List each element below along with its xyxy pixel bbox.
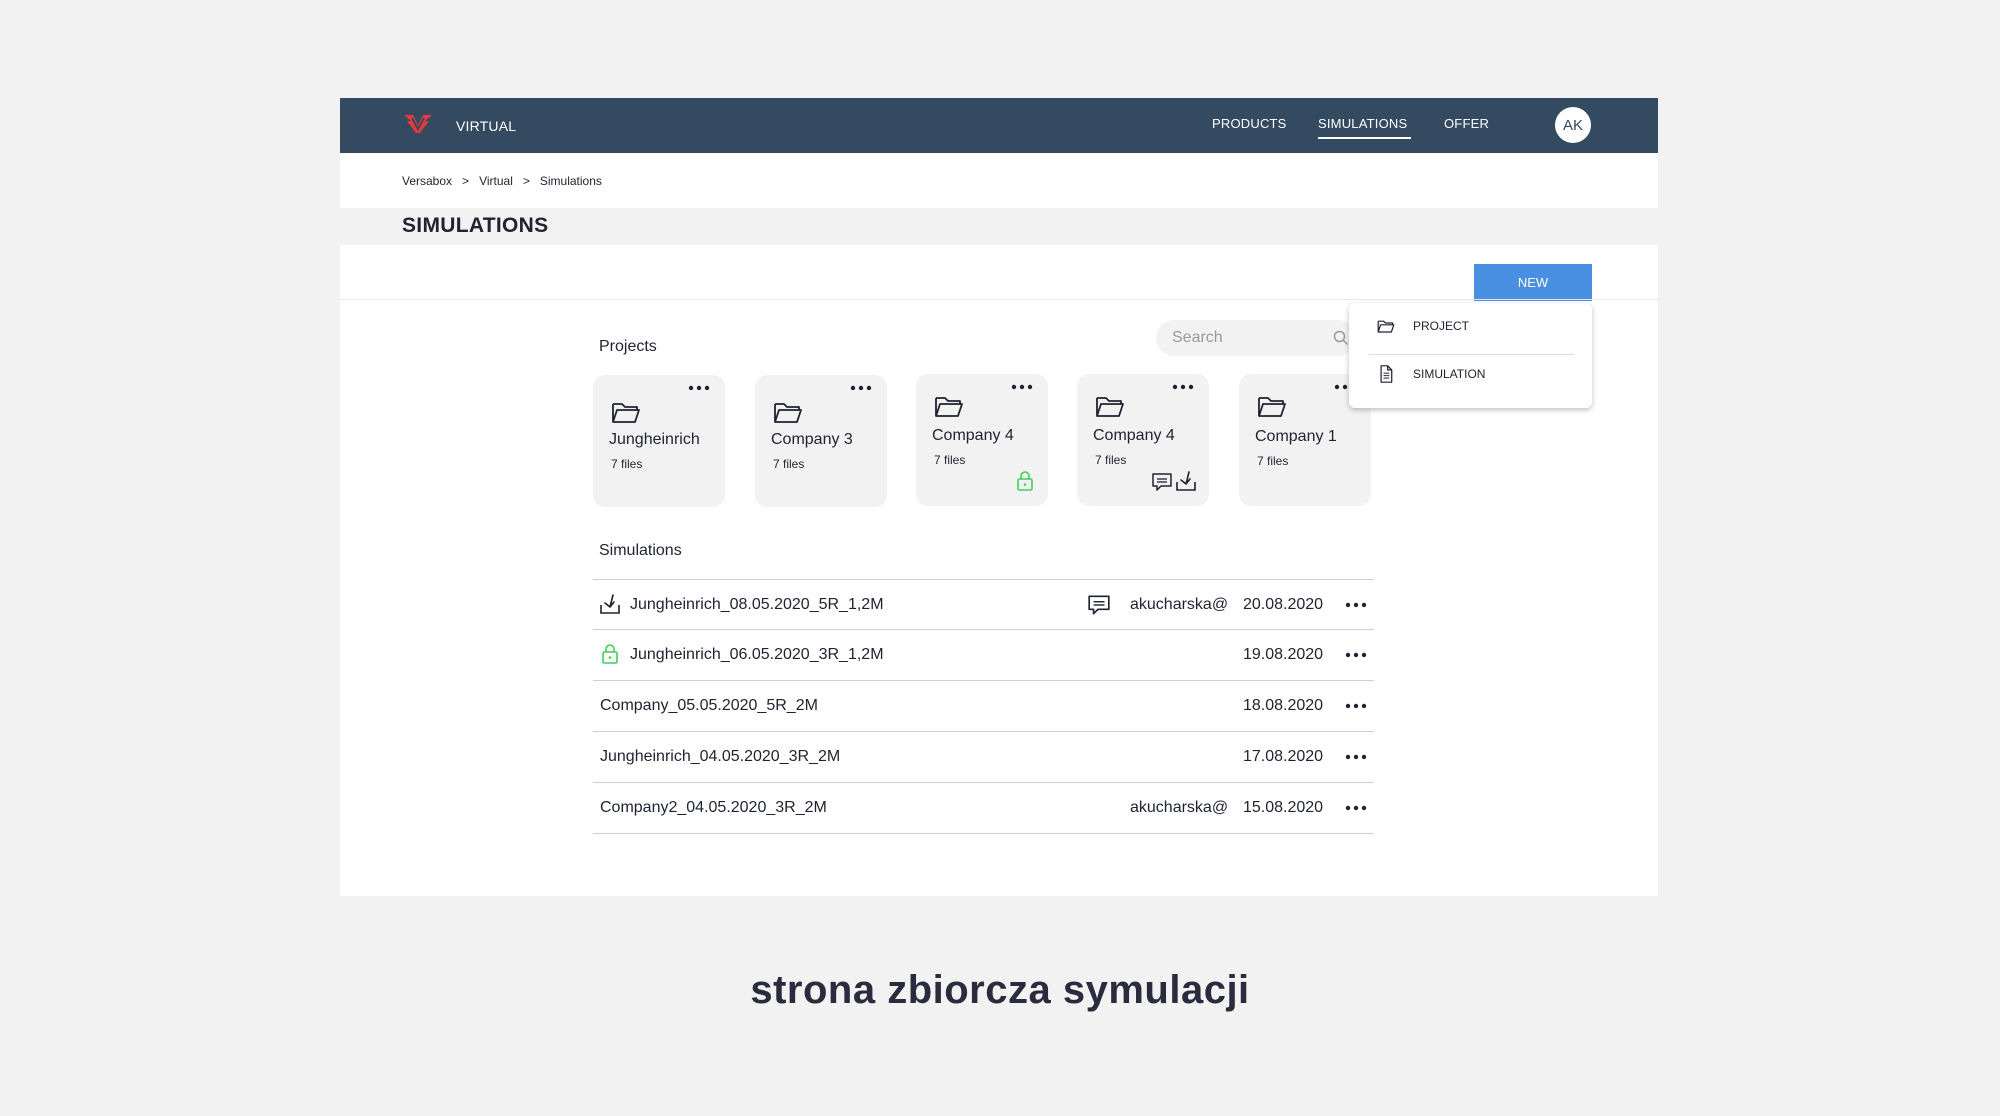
project-name: Company 3 (771, 431, 853, 448)
simulation-name[interactable]: Jungheinrich_04.05.2020_3R_2M (600, 748, 840, 766)
table-row[interactable]: Jungheinrich_04.05.2020_3R_2M 17.08.2020 (593, 732, 1374, 783)
simulation-name[interactable]: Company_05.05.2020_5R_2M (600, 697, 818, 715)
breadcrumb: Versabox > Virtual > Simulations (402, 174, 602, 188)
breadcrumb-separator: > (522, 174, 530, 188)
menu-item-label: PROJECT (1413, 319, 1470, 333)
simulation-name[interactable]: Jungheinrich_08.05.2020_5R_1,2M (630, 596, 884, 614)
projects-heading: Projects (599, 338, 657, 355)
folder-icon (774, 403, 802, 423)
table-row[interactable]: Jungheinrich_06.05.2020_3R_1,2M 19.08.20… (593, 630, 1374, 681)
simulation-name[interactable]: Jungheinrich_06.05.2020_3R_1,2M (630, 646, 884, 664)
comment-icon[interactable] (1087, 594, 1111, 616)
page-title: SIMULATIONS (402, 214, 549, 237)
download-icon (1176, 471, 1196, 491)
simulation-date: 18.08.2020 (1243, 697, 1324, 714)
search-input[interactable] (1156, 320, 1356, 356)
more-options-icon[interactable] (1344, 803, 1368, 813)
project-file-count: 7 files (773, 457, 805, 471)
app-name: VIRTUAL (456, 118, 517, 134)
more-options-icon[interactable] (849, 383, 873, 393)
breadcrumb-versabox[interactable]: Versabox (402, 174, 452, 188)
folder-icon (612, 403, 640, 423)
simulation-date: 17.08.2020 (1243, 748, 1324, 765)
more-options-icon[interactable] (1344, 650, 1368, 660)
folder-icon (1096, 397, 1124, 417)
new-dropdown-menu: PROJECT SIMULATION (1349, 303, 1592, 408)
project-name: Company 1 (1255, 428, 1337, 445)
project-name: Company 4 (932, 427, 1014, 444)
nav-offer[interactable]: OFFER (1444, 116, 1489, 131)
project-file-count: 7 files (1095, 453, 1127, 467)
folder-icon (1377, 320, 1395, 333)
project-card[interactable]: Company 3 7 files (755, 375, 887, 507)
simulations-heading: Simulations (599, 542, 682, 559)
simulations-table: Jungheinrich_08.05.2020_5R_1,2M akuchars… (593, 579, 1374, 834)
table-row[interactable]: Jungheinrich_08.05.2020_5R_1,2M akuchars… (593, 579, 1374, 630)
breadcrumb-virtual[interactable]: Virtual (479, 174, 513, 188)
simulation-date: 20.08.2020 (1243, 596, 1324, 613)
breadcrumb-separator: > (462, 174, 470, 188)
app-frame: VIRTUAL PRODUCTS SIMULATIONS OFFER AK Ve… (340, 98, 1658, 896)
simulation-name[interactable]: Company2_04.05.2020_3R_2M (600, 799, 827, 817)
more-options-icon[interactable] (1344, 752, 1368, 762)
more-options-icon[interactable] (1344, 701, 1368, 711)
table-row[interactable]: Company_05.05.2020_5R_2M 18.08.2020 (593, 681, 1374, 732)
project-file-count: 7 files (1257, 454, 1289, 468)
nav-simulations[interactable]: SIMULATIONS (1318, 116, 1412, 139)
project-name: Company 4 (1093, 427, 1175, 444)
project-file-count: 7 files (611, 457, 643, 471)
folder-icon (935, 397, 963, 417)
menu-item-simulation[interactable]: SIMULATION (1377, 364, 1485, 384)
more-options-icon[interactable] (1010, 382, 1034, 392)
document-icon (1380, 365, 1393, 383)
top-navbar: VIRTUAL PRODUCTS SIMULATIONS OFFER AK (340, 98, 1658, 153)
menu-divider (1369, 354, 1574, 355)
toolbar-divider (340, 299, 1658, 300)
simulation-user: akucharska@ (1130, 799, 1229, 816)
lock-icon (1017, 471, 1033, 491)
download-icon[interactable] (599, 593, 621, 615)
menu-item-project[interactable]: PROJECT (1377, 316, 1469, 336)
folder-icon (1258, 397, 1286, 417)
simulation-user: akucharska@ (1130, 596, 1229, 613)
search-icon[interactable] (1333, 330, 1349, 346)
project-file-count: 7 files (934, 453, 966, 467)
breadcrumb-simulations: Simulations (539, 174, 602, 188)
project-card[interactable]: Company 4 7 files (916, 374, 1048, 506)
nav-products[interactable]: PRODUCTS (1212, 116, 1287, 131)
versabox-logo-icon[interactable] (403, 113, 433, 135)
comment-icon (1152, 473, 1172, 491)
menu-item-label: SIMULATION (1413, 367, 1486, 381)
project-name: Jungheinrich (609, 431, 700, 448)
more-options-icon[interactable] (1171, 382, 1195, 392)
new-button[interactable]: NEW (1474, 264, 1592, 301)
title-band: SIMULATIONS (340, 208, 1658, 245)
avatar[interactable]: AK (1555, 107, 1591, 143)
project-card[interactable]: Jungheinrich 7 files (593, 375, 725, 507)
simulation-date: 19.08.2020 (1243, 646, 1324, 663)
lock-icon[interactable] (599, 643, 621, 665)
more-options-icon[interactable] (687, 383, 711, 393)
project-card[interactable]: Company 4 7 files (1077, 374, 1209, 506)
simulation-date: 15.08.2020 (1243, 799, 1324, 816)
more-options-icon[interactable] (1344, 600, 1368, 610)
table-row[interactable]: Company2_04.05.2020_3R_2M akucharska@ 15… (593, 783, 1374, 834)
slide-caption: strona zbiorcza symulacji (750, 968, 1250, 1012)
